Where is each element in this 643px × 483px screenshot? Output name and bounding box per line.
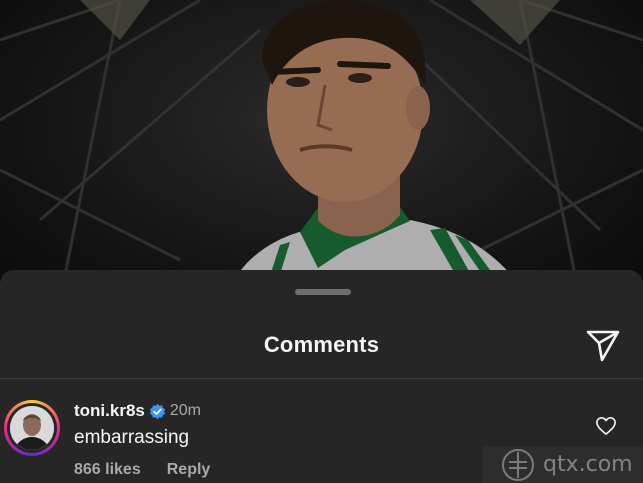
comment-actions: 866 likes Reply (74, 461, 210, 479)
post-image (0, 0, 643, 300)
site-watermark: qtx.com (483, 446, 643, 483)
player-photo (0, 0, 643, 300)
comment-username[interactable]: toni.kr8s (74, 401, 145, 421)
watermark-logo-icon (502, 448, 534, 481)
divider (0, 378, 643, 379)
heart-outline-icon (596, 417, 616, 435)
likes-count-link[interactable]: 866 likes (74, 461, 141, 479)
watermark-text: qtx.com (543, 452, 633, 477)
share-button[interactable] (584, 326, 622, 364)
paper-plane-icon (586, 330, 620, 362)
comment-text: embarrassing (74, 427, 190, 448)
sheet-title: Comments (263, 332, 380, 357)
sheet-grabber-handle[interactable] (295, 289, 351, 295)
reply-button[interactable]: Reply (167, 461, 211, 479)
story-ring-avatar[interactable] (4, 400, 60, 456)
comment-header: toni.kr8s 20m (74, 401, 201, 421)
comment-timestamp: 20m (169, 402, 201, 419)
verified-badge-icon (149, 403, 166, 419)
avatar-image (10, 406, 54, 450)
like-comment-button[interactable] (595, 416, 617, 436)
avatar (10, 406, 54, 450)
app-screen: Comments toni.kr8s 20m embarrassing 866 … (0, 0, 643, 483)
avatar-border (7, 403, 57, 453)
